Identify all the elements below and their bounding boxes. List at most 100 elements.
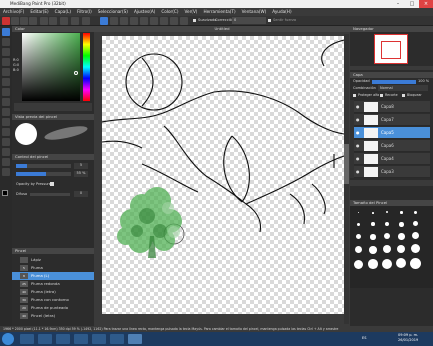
snap-settings-icon[interactable] xyxy=(180,17,188,25)
size-dot[interactable] xyxy=(383,245,391,253)
fill-tool-icon[interactable] xyxy=(2,68,10,76)
eraser-tool-icon[interactable] xyxy=(2,38,10,46)
menu-capa[interactable]: Capa(L) xyxy=(52,8,74,16)
size-dot[interactable] xyxy=(358,212,359,213)
language-indicator[interactable]: ES xyxy=(362,336,366,340)
brush-item[interactable]: 25 Pluma redonda xyxy=(12,280,94,288)
size-dot[interactable] xyxy=(398,233,405,240)
snap-vanish-icon[interactable] xyxy=(140,17,148,25)
layer-row-selected[interactable]: ● Capa5 xyxy=(354,127,430,139)
undo-icon[interactable] xyxy=(40,17,48,25)
media-icon[interactable] xyxy=(56,334,70,344)
menu-color[interactable]: Color(C) xyxy=(158,8,181,16)
layer-row[interactable]: ● Capa7 xyxy=(354,114,430,126)
size-dot[interactable] xyxy=(399,222,404,227)
maximize-button[interactable]: □ xyxy=(405,0,419,8)
size-dot[interactable] xyxy=(414,211,417,214)
protect-alpha-checkbox[interactable] xyxy=(353,94,356,97)
size-dot[interactable] xyxy=(369,246,377,254)
eye-icon[interactable]: ● xyxy=(356,156,360,161)
size-dot[interactable] xyxy=(386,211,388,213)
dot-tool-icon[interactable] xyxy=(2,48,10,56)
size-dot[interactable] xyxy=(384,233,390,239)
mediabang-icon[interactable] xyxy=(128,334,142,344)
layer-row[interactable]: ● Capa3 xyxy=(354,166,430,178)
paint-icon[interactable] xyxy=(110,334,124,344)
opacity-value[interactable]: 55 % xyxy=(74,171,88,177)
blur-value[interactable]: 0 xyxy=(74,191,88,197)
saturation-value-picker[interactable] xyxy=(22,33,80,101)
blur-slider[interactable] xyxy=(30,193,70,196)
size-dot[interactable] xyxy=(397,245,405,253)
size-dot[interactable] xyxy=(354,260,363,269)
menu-ver[interactable]: Ver(V) xyxy=(181,8,200,16)
menu-seleccionar[interactable]: Seleccionar(S) xyxy=(95,8,131,16)
blend-mode-select[interactable]: Normal xyxy=(378,85,428,91)
move-tool-icon[interactable] xyxy=(2,58,10,66)
transform-icon[interactable] xyxy=(71,17,79,25)
layer-row[interactable]: ● Capa6 xyxy=(354,140,430,152)
eye-icon[interactable]: ● xyxy=(356,104,360,109)
eye-icon[interactable]: ● xyxy=(356,143,360,148)
size-dot[interactable] xyxy=(370,234,376,240)
eyedropper-tool-icon[interactable] xyxy=(2,168,10,176)
size-dot[interactable] xyxy=(382,259,392,269)
brush-item-selected[interactable]: 8 Pluma (L) xyxy=(12,272,94,280)
snap-cross-icon[interactable] xyxy=(130,17,138,25)
eye-icon[interactable]: ● xyxy=(356,117,360,122)
hue-slider[interactable] xyxy=(83,33,90,101)
size-dot[interactable] xyxy=(413,221,418,226)
eye-icon[interactable]: ● xyxy=(356,130,360,135)
layer-row[interactable]: ● Capa4 xyxy=(354,153,430,165)
folder-icon[interactable] xyxy=(38,334,52,344)
snap-parallel-icon[interactable] xyxy=(120,17,128,25)
correction-select[interactable]: 0 xyxy=(232,17,266,24)
brush-item[interactable]: 5 Pluma xyxy=(12,264,94,272)
lasso-tool-icon[interactable] xyxy=(2,98,10,106)
clipping-checkbox[interactable] xyxy=(380,94,383,97)
select-pen-icon[interactable] xyxy=(2,118,10,126)
brush-item[interactable]: 20 Pluma de punteado xyxy=(12,304,94,312)
pressure-checkbox[interactable] xyxy=(268,19,271,22)
menu-archivo[interactable]: Archivo(F) xyxy=(0,8,27,16)
size-value[interactable]: 5 xyxy=(74,163,88,169)
brush-item[interactable]: 40 Pluma (letra) xyxy=(12,288,94,296)
menu-ventana[interactable]: Ventana(W) xyxy=(239,8,270,16)
close-button[interactable]: × xyxy=(419,0,433,8)
lock-checkbox[interactable] xyxy=(402,94,405,97)
brush-item[interactable]: 30 Pluma con contorno xyxy=(12,296,94,304)
opacity-slider[interactable] xyxy=(16,172,71,176)
navigator-thumbnail[interactable] xyxy=(374,34,408,64)
eye-icon[interactable]: ● xyxy=(356,169,360,174)
size-dot[interactable] xyxy=(356,234,361,239)
cloud-icon[interactable] xyxy=(60,17,68,25)
size-dot[interactable] xyxy=(412,232,419,239)
menu-herramienta[interactable]: Herramienta(T) xyxy=(200,8,238,16)
gradient-tool-icon[interactable] xyxy=(2,78,10,86)
size-slider[interactable] xyxy=(16,164,71,168)
magic-wand-icon[interactable] xyxy=(2,108,10,116)
size-dot[interactable] xyxy=(410,258,421,269)
layer-opacity-slider[interactable] xyxy=(372,80,416,84)
canvas-tab[interactable]: Untitled xyxy=(94,26,350,32)
color-picker-cursor[interactable] xyxy=(74,71,78,75)
text-tool-icon[interactable] xyxy=(2,148,10,156)
size-dot[interactable] xyxy=(355,246,362,253)
select-tool-icon[interactable] xyxy=(2,88,10,96)
chrome-icon[interactable] xyxy=(74,334,88,344)
opacity-by-pressure-checkbox[interactable] xyxy=(50,182,54,186)
size-dot[interactable] xyxy=(400,211,403,214)
new-file-icon[interactable] xyxy=(11,17,19,25)
minimize-button[interactable]: – xyxy=(391,0,405,8)
app-icon[interactable] xyxy=(92,334,106,344)
vertical-scrollbar[interactable] xyxy=(344,34,349,324)
layer-opacity-value[interactable]: 100 % xyxy=(418,79,429,83)
save-icon[interactable] xyxy=(29,17,37,25)
snap-off-icon[interactable] xyxy=(110,17,118,25)
size-dot[interactable] xyxy=(385,222,389,226)
layer-row[interactable]: ● Capa8 xyxy=(354,101,430,113)
hand-tool-icon[interactable] xyxy=(2,158,10,166)
grid-icon[interactable] xyxy=(100,17,108,25)
divide-tool-icon[interactable] xyxy=(2,138,10,146)
menu-ayuda[interactable]: Ayuda(H) xyxy=(269,8,294,16)
